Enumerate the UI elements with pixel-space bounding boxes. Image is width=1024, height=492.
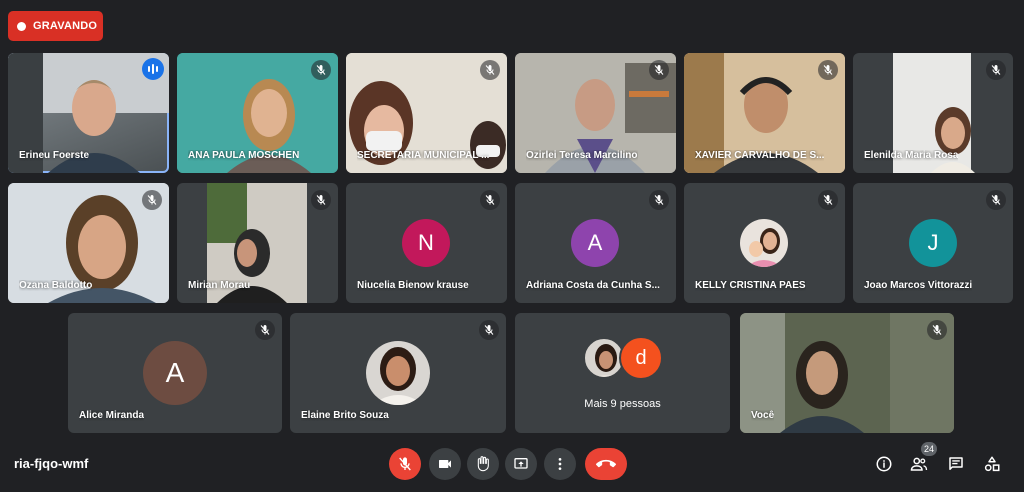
participant-tile-elenilda-maria-rosa[interactable]: Elenilda Maria Rosa	[853, 53, 1013, 173]
mic-off-icon	[927, 320, 947, 340]
participant-name: Ozana Baldotto	[19, 280, 93, 291]
participant-tile-kelly-cristina-paes[interactable]: KELLY CRISTINA PAES	[684, 183, 845, 303]
end-call-button[interactable]	[585, 448, 627, 480]
participant-tile-adriana-costa[interactable]: A Adriana Costa da Cunha S...	[515, 183, 676, 303]
people-count-badge: 24	[921, 442, 938, 456]
mic-off-icon	[649, 60, 669, 80]
mic-off-icon	[818, 190, 838, 210]
mic-off-icon	[311, 190, 331, 210]
camera-toggle-button[interactable]	[429, 448, 461, 480]
participant-name: Erineu Foerste	[19, 150, 90, 161]
participant-tile-ozana-baldotto[interactable]: Ozana Baldotto	[8, 183, 169, 303]
mic-off-icon	[818, 60, 838, 80]
mic-off-icon	[480, 190, 500, 210]
mic-off-icon	[255, 320, 275, 340]
participant-name: Adriana Costa da Cunha S...	[526, 280, 660, 291]
participant-avatar: J	[909, 219, 957, 267]
activities-icon	[984, 456, 1000, 472]
chat-button[interactable]	[945, 453, 967, 475]
participant-avatar	[366, 341, 430, 405]
call-end-icon	[596, 459, 616, 468]
participant-tile-joao-marcos-vittorazzi[interactable]: J Joao Marcos Vittorazzi	[853, 183, 1013, 303]
participant-tile-erineu-foerste[interactable]: Erineu Foerste	[8, 53, 169, 173]
meeting-code: ria-fjqo-wmf	[14, 456, 89, 471]
participant-name: Elenilda Maria Rosa	[864, 150, 959, 161]
participant-name: Mirian Morau	[188, 280, 251, 291]
participant-tile-secretaria-municipal[interactable]: SECRETARIA MUNICIPAL ...	[346, 53, 507, 173]
meeting-info-button[interactable]	[873, 453, 895, 475]
speaking-indicator-icon	[142, 58, 164, 80]
hand-icon	[477, 456, 489, 472]
mic-off-icon	[479, 320, 499, 340]
record-dot-icon	[17, 21, 26, 31]
participant-tile-self[interactable]: Você	[740, 313, 954, 433]
mic-off-icon	[142, 190, 162, 210]
participant-avatar: N	[402, 219, 450, 267]
raise-hand-button[interactable]	[467, 448, 499, 480]
participant-name: Niucelia Bienow krause	[357, 280, 469, 291]
more-options-button[interactable]	[544, 448, 576, 480]
mic-toggle-button[interactable]	[389, 448, 421, 480]
mic-off-icon	[649, 190, 669, 210]
chat-icon	[949, 457, 963, 470]
participant-name: Alice Miranda	[79, 410, 145, 421]
participant-name: Ozirlei Teresa Marcilino	[526, 150, 638, 161]
participant-tile-ana-paula-moschen[interactable]: ANA PAULA MOSCHEN	[177, 53, 338, 173]
meeting-control-bar: ria-fjqo-wmf 24	[0, 440, 1024, 492]
people-button[interactable]	[908, 453, 930, 475]
present-screen-button[interactable]	[505, 448, 537, 480]
present-icon	[514, 458, 528, 469]
participant-name: Joao Marcos Vittorazzi	[864, 280, 973, 291]
participant-name: SECRETARIA MUNICIPAL ...	[357, 150, 490, 161]
participant-tile-elaine-brito-souza[interactable]: Elaine Brito Souza	[290, 313, 506, 433]
mic-off-icon	[986, 190, 1006, 210]
participant-avatar: A	[143, 341, 207, 405]
participant-name: ANA PAULA MOSCHEN	[188, 150, 300, 161]
mic-off-icon	[397, 456, 413, 472]
recording-label: GRAVANDO	[33, 20, 98, 32]
mic-off-icon	[311, 60, 331, 80]
participant-tile-xavier-carvalho[interactable]: XAVIER CARVALHO DE S...	[684, 53, 845, 173]
participant-name: Você	[751, 410, 775, 421]
participant-tile-ozirlei-teresa-marcilino[interactable]: Ozirlei Teresa Marcilino	[515, 53, 676, 173]
participant-name: XAVIER CARVALHO DE S...	[695, 150, 825, 161]
participant-tile-alice-miranda[interactable]: A Alice Miranda	[68, 313, 282, 433]
participant-avatar: d	[619, 336, 663, 380]
recording-badge[interactable]: GRAVANDO	[8, 11, 103, 41]
activities-button[interactable]	[981, 453, 1003, 475]
more-vert-icon	[558, 458, 562, 470]
participant-name: KELLY CRISTINA PAES	[695, 280, 806, 291]
people-icon	[910, 457, 928, 471]
mic-off-icon	[480, 60, 500, 80]
camera-icon	[439, 460, 451, 468]
participant-tile-niucelia-bienow-krause[interactable]: N Niucelia Bienow krause	[346, 183, 507, 303]
participant-tile-mirian-morau[interactable]: Mirian Morau	[177, 183, 338, 303]
participant-name: Elaine Brito Souza	[301, 410, 389, 421]
more-people-tile[interactable]: d Mais 9 pessoas	[515, 313, 730, 433]
info-icon	[876, 456, 892, 472]
mic-off-icon	[986, 60, 1006, 80]
more-people-label: Mais 9 pessoas	[584, 398, 661, 410]
participant-avatar: A	[571, 219, 619, 267]
participant-avatar	[740, 219, 788, 267]
